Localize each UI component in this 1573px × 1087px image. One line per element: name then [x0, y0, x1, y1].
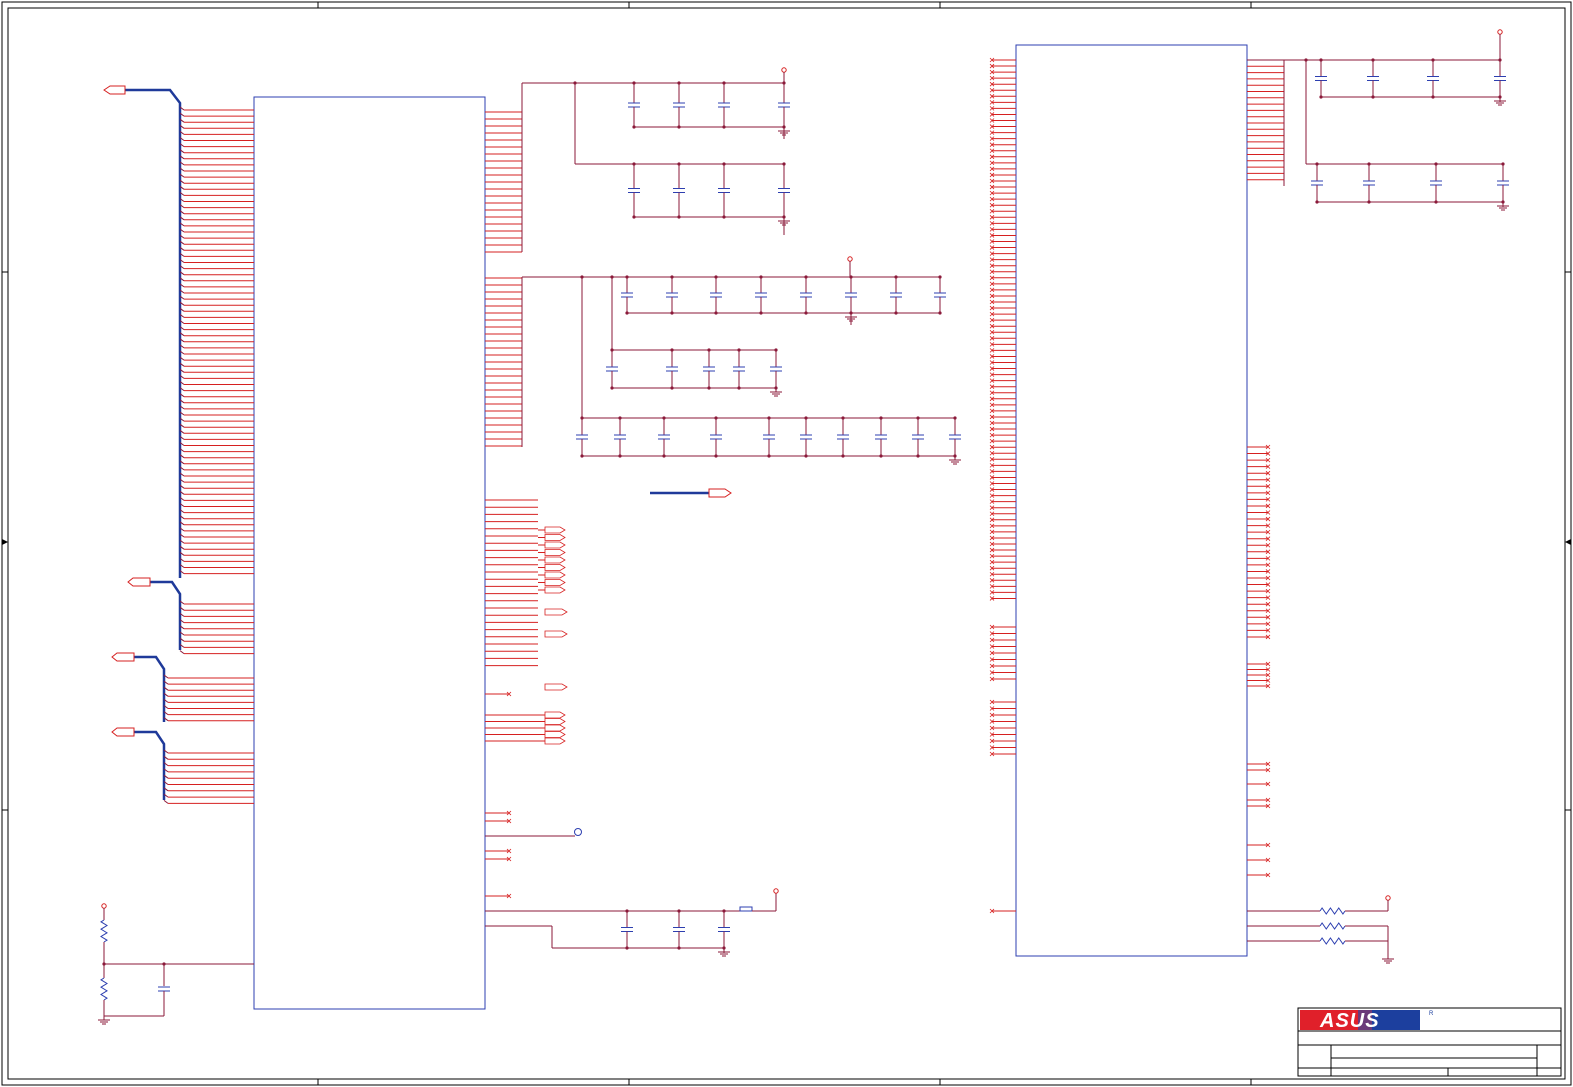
junction: [767, 454, 771, 458]
power-port: [847, 256, 853, 262]
junction: [1371, 95, 1375, 99]
junction: [722, 125, 726, 129]
power-port: [773, 888, 779, 894]
junction: [632, 215, 636, 219]
resistor: [100, 977, 108, 1001]
junction: [610, 275, 614, 279]
ic-right: [1015, 44, 1248, 957]
junction: [894, 311, 898, 315]
junction: [1315, 200, 1319, 204]
junction: [1319, 95, 1323, 99]
junction: [670, 386, 674, 390]
offpage-connector: [544, 718, 566, 725]
junction: [610, 386, 614, 390]
junction: [580, 275, 584, 279]
power-port: [781, 67, 787, 73]
right-ic-right-pins: [1247, 59, 1285, 878]
junction: [722, 215, 726, 219]
offpage-connector: [544, 711, 566, 719]
junction: [804, 311, 808, 315]
junction: [804, 454, 808, 458]
asus-logo: ASUS R: [1300, 1010, 1434, 1032]
resistor: [100, 919, 108, 943]
right-ic-left-pins: [989, 57, 1016, 914]
junction: [1434, 200, 1438, 204]
resistor: [1319, 922, 1346, 930]
ferrite-bead: [739, 906, 753, 912]
junction: [102, 962, 106, 966]
test-point: [574, 828, 582, 836]
power-port: [1497, 29, 1503, 35]
junction: [677, 946, 681, 950]
offpage-connector: [544, 564, 566, 571]
offpage-connector: [544, 737, 566, 745]
junction: [677, 215, 681, 219]
left-ic-right-pins: [485, 83, 742, 927]
offpage-connector: [544, 731, 566, 738]
offpage-connector: [544, 556, 566, 564]
ic-left: [253, 96, 486, 1010]
zone-arrow-left: [2, 539, 8, 545]
offpage-connector: [544, 579, 566, 586]
junction: [879, 454, 883, 458]
junction: [677, 125, 681, 129]
logo-trademark: R: [1429, 1011, 1434, 1017]
misc-parts: [98, 895, 1394, 1025]
junction: [670, 311, 674, 315]
junction: [938, 311, 942, 315]
power-port: [1385, 895, 1391, 901]
schematic-sheet: ASUS R: [1, 1, 1572, 1086]
junction: [714, 311, 718, 315]
resistor: [1319, 937, 1346, 945]
junction: [580, 454, 584, 458]
offpage-connector: [544, 586, 566, 594]
junction: [625, 946, 629, 950]
junction: [162, 962, 166, 966]
offpage-connector: [544, 534, 566, 541]
power-port: [101, 903, 107, 909]
junction: [759, 311, 763, 315]
logo-text: ASUS: [1319, 1010, 1380, 1032]
junction: [916, 454, 920, 458]
junction: [1431, 95, 1435, 99]
offpage-connector: [544, 549, 566, 556]
bus-entry: [179, 650, 185, 654]
junction: [714, 454, 718, 458]
offpage-connector: [544, 571, 566, 579]
junction: [625, 311, 629, 315]
junction: [662, 454, 666, 458]
offpage-connector: [544, 526, 566, 534]
junction: [841, 454, 845, 458]
bus-entry: [163, 800, 169, 804]
zone-arrow-right: [1565, 539, 1571, 545]
junction: [1367, 200, 1371, 204]
offpage-connector: [544, 541, 566, 549]
resistor: [1319, 907, 1346, 915]
junction: [632, 125, 636, 129]
offpage-connector: [544, 608, 568, 616]
offpage-connector: [544, 630, 568, 638]
junction: [707, 386, 711, 390]
junction: [737, 386, 741, 390]
junction: [618, 454, 622, 458]
offpage-connector: [544, 724, 566, 732]
offpage-connector: [544, 683, 568, 691]
